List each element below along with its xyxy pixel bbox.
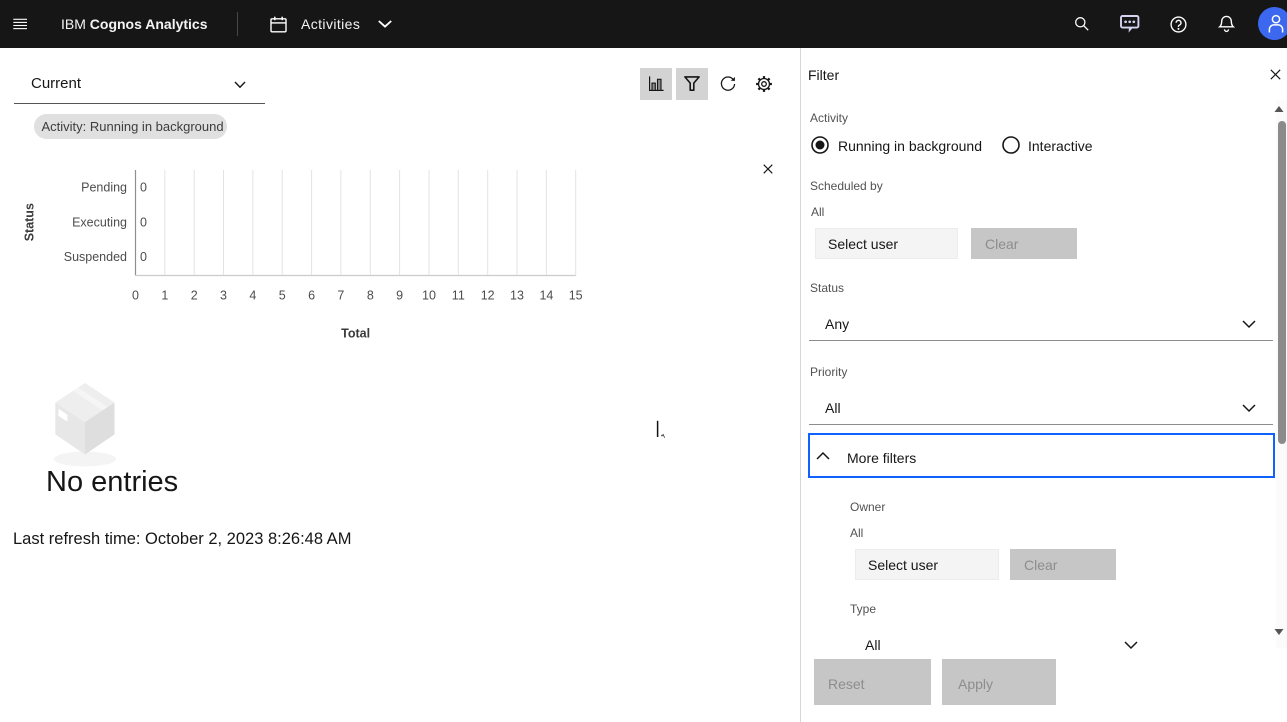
svg-text:0: 0 — [140, 250, 147, 264]
svg-text:Status: Status — [23, 203, 37, 241]
svg-text:9: 9 — [396, 288, 403, 302]
svg-text:Executing: Executing — [72, 216, 127, 230]
svg-text:14: 14 — [539, 288, 553, 302]
svg-text:5: 5 — [279, 288, 286, 302]
svg-text:3: 3 — [220, 288, 227, 302]
svg-text:8: 8 — [367, 288, 374, 302]
svg-text:0: 0 — [132, 288, 139, 302]
svg-text:11: 11 — [452, 288, 465, 302]
svg-text:15: 15 — [569, 288, 583, 302]
svg-text:7: 7 — [337, 288, 344, 302]
svg-text:1: 1 — [161, 288, 168, 302]
svg-text:0: 0 — [140, 216, 147, 230]
svg-text:Suspended: Suspended — [64, 250, 127, 264]
svg-text:12: 12 — [481, 288, 495, 302]
svg-text:13: 13 — [510, 288, 524, 302]
svg-text:Pending: Pending — [81, 180, 127, 194]
svg-text:6: 6 — [308, 288, 315, 302]
svg-text:4: 4 — [249, 288, 256, 302]
svg-text:0: 0 — [140, 180, 147, 194]
svg-text:Total: Total — [341, 327, 370, 341]
svg-text:10: 10 — [422, 288, 436, 302]
svg-text:2: 2 — [191, 288, 198, 302]
